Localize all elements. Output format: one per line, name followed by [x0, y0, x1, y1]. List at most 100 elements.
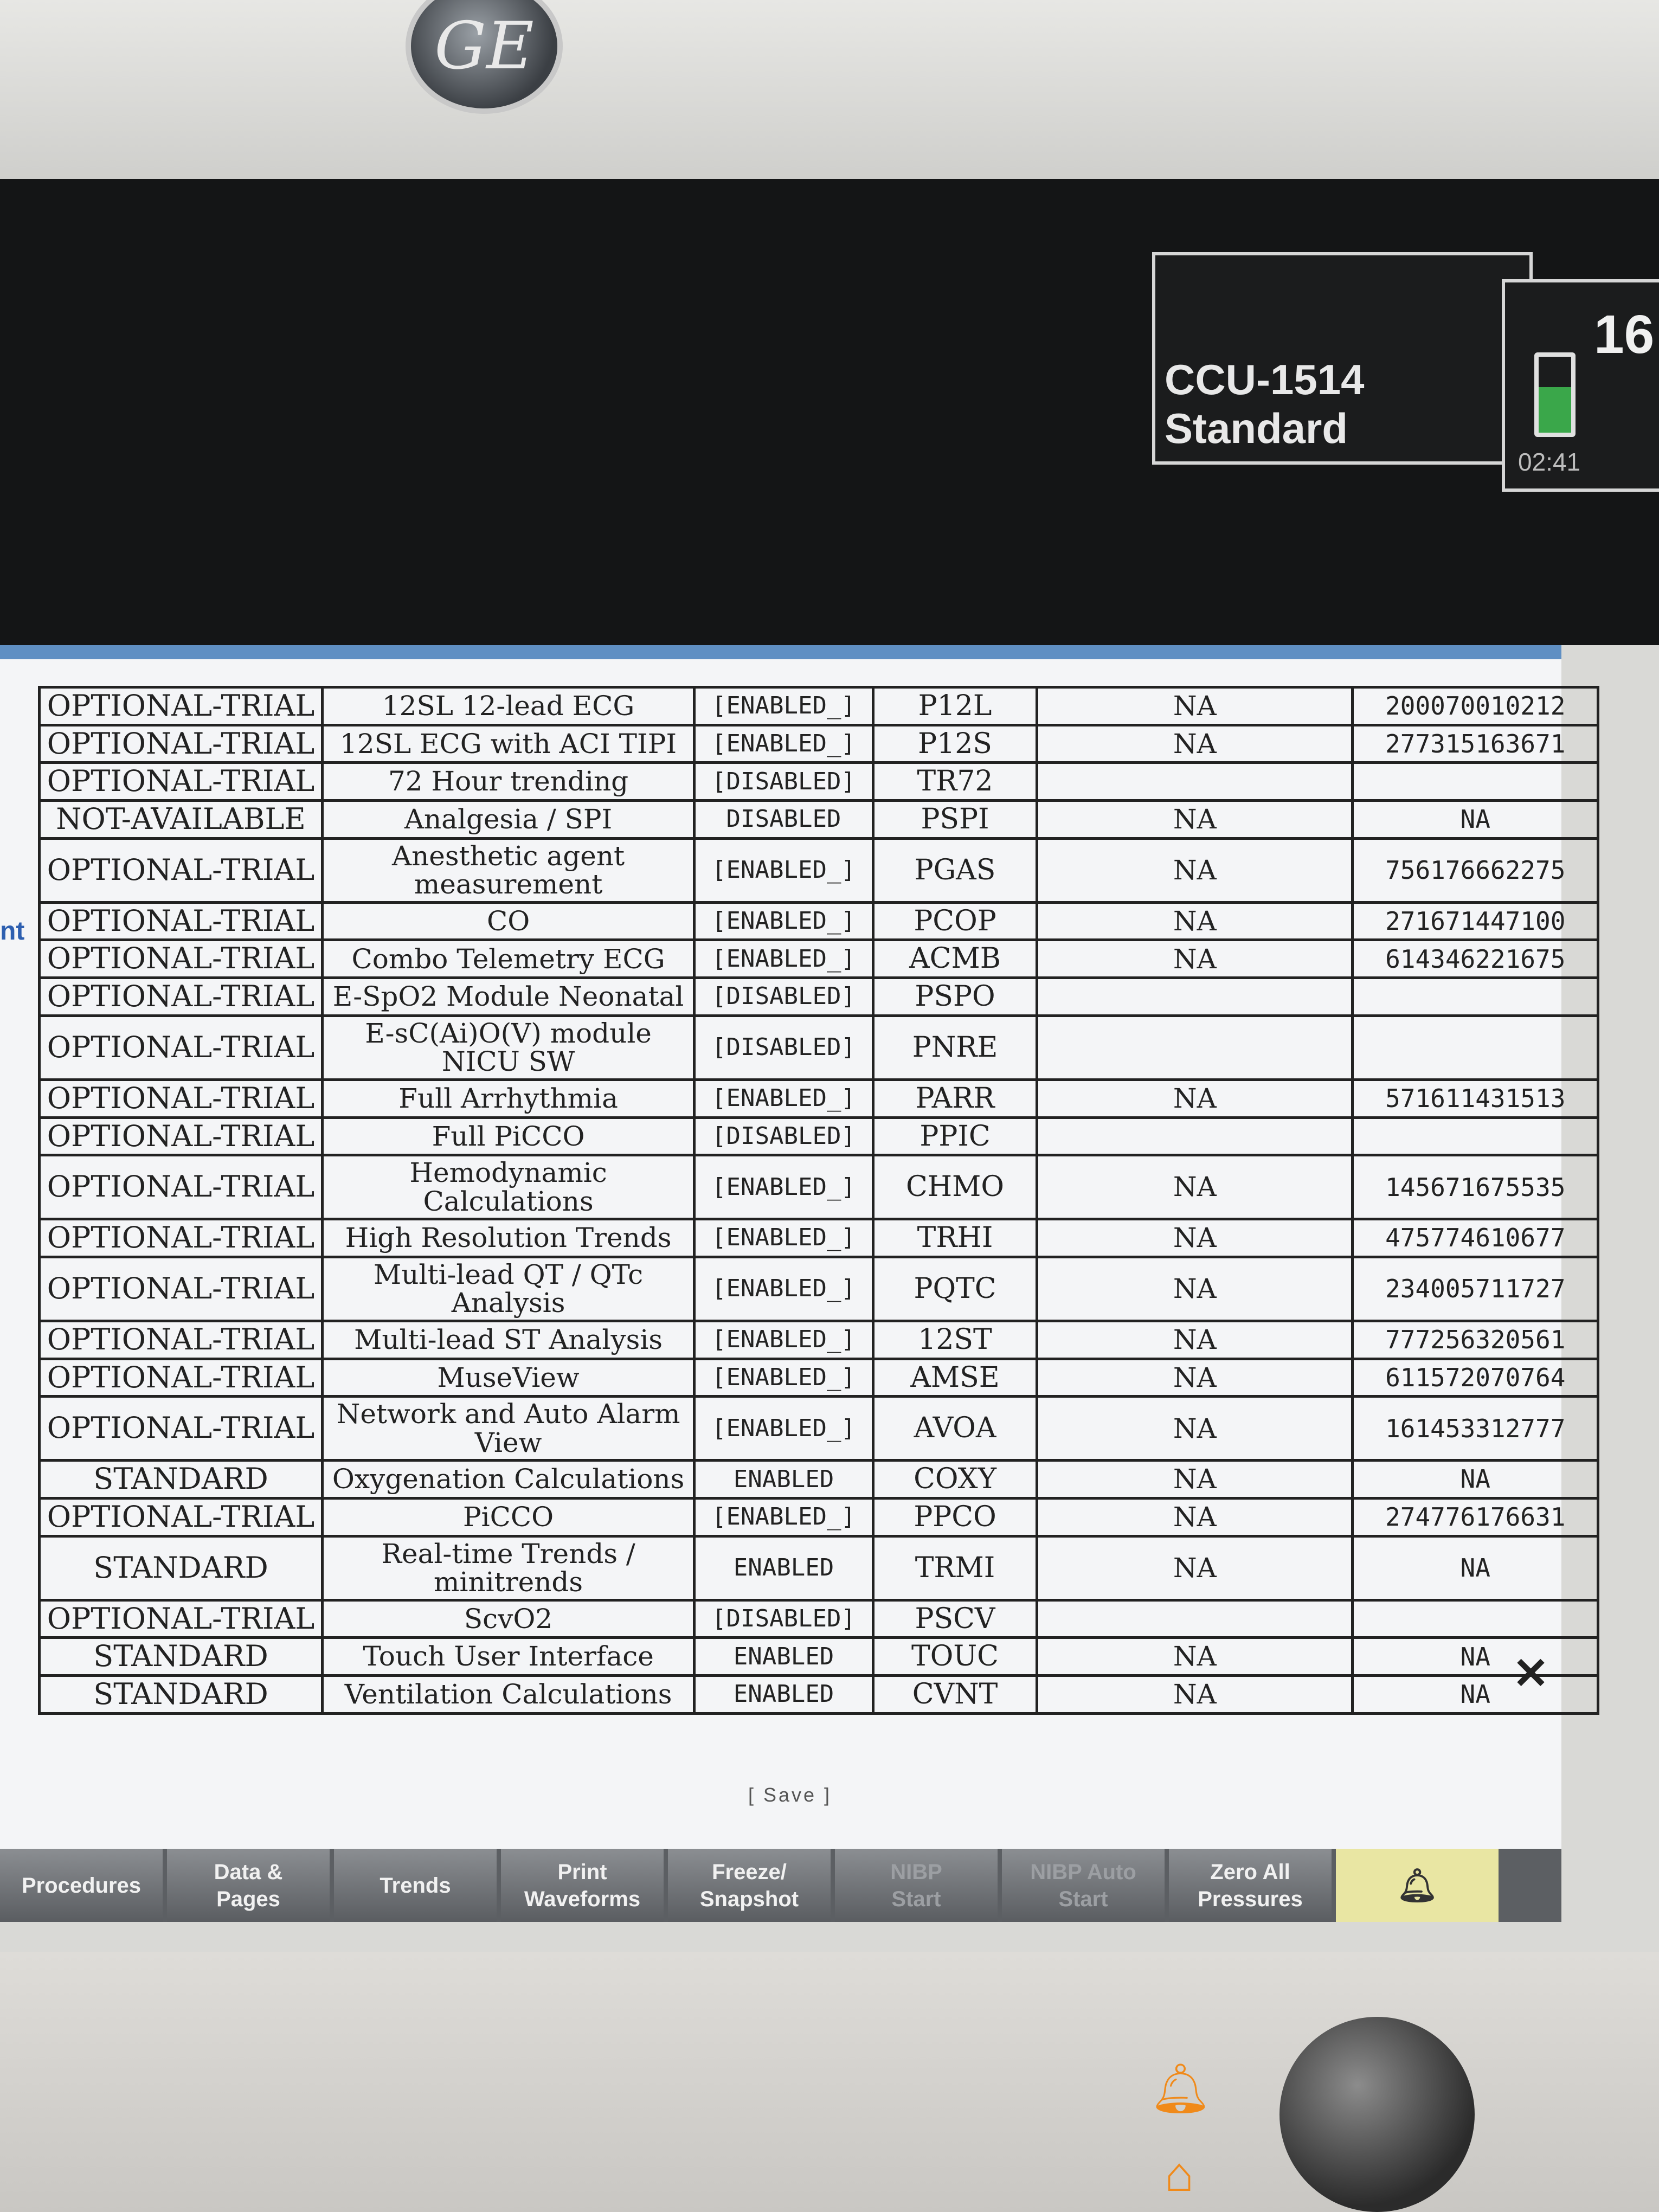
option-state: [ENABLED_] [693, 1078, 874, 1119]
trim-knob[interactable] [1279, 2017, 1475, 2212]
table-row: OPTIONAL-TRIAL 72 Hour trending [DISABLED]… [37, 761, 1599, 802]
option-status: OPTIONAL-TRIAL [37, 1319, 324, 1360]
option-expiry [1036, 1014, 1354, 1081]
option-expiry: NA [1036, 1459, 1354, 1500]
option-key: NA [1351, 799, 1599, 840]
option-state: ENABLED [693, 1459, 874, 1500]
option-key: 271671447100 [1351, 901, 1599, 942]
option-key: 145671675535 [1351, 1154, 1599, 1221]
option-expiry: NA [1036, 1534, 1354, 1602]
option-key: NA [1351, 1674, 1599, 1715]
option-name: High Resolution Trends [321, 1218, 696, 1258]
option-status: OPTIONAL-TRIAL [37, 1395, 324, 1462]
table-row: STANDARD Oxygenation Calculations ENABLED C… [37, 1459, 1599, 1500]
alarm-silence-button[interactable]: 🔔︎ [1336, 1849, 1499, 1922]
table-row: OPTIONAL-TRIAL Combo Telemetry ECG [ENABLE… [37, 938, 1599, 980]
table-row: OPTIONAL-TRIAL Multi-lead ST Analysis [ENA… [37, 1319, 1599, 1360]
save-button[interactable]: [ Save ] [748, 1784, 832, 1806]
option-code: 12ST [871, 1319, 1039, 1360]
home-icon[interactable]: ⌂ [1149, 2147, 1209, 2207]
procedures-button[interactable]: Procedures [0, 1849, 163, 1922]
option-name: CO [321, 901, 696, 942]
bell-icon: 🔔︎ [1396, 1867, 1438, 1904]
option-status: OPTIONAL-TRIAL [37, 901, 324, 942]
table-row: OPTIONAL-TRIAL ScvO2 [DISABLED] PSCV [37, 1598, 1599, 1639]
table-row: OPTIONAL-TRIAL CO [ENABLED_] PCOP NA 27167144… [37, 901, 1599, 942]
option-state: [ENABLED_] [693, 1395, 874, 1462]
option-name: E-sC(Ai)O(V) module NICU SW [321, 1014, 696, 1081]
trends-button[interactable]: Trends [334, 1849, 497, 1922]
close-icon[interactable]: ✕ [1513, 1648, 1549, 1699]
option-state: [ENABLED_] [693, 1255, 874, 1322]
option-code: AMSE [871, 1357, 1039, 1398]
option-key: 756176662275 [1351, 837, 1599, 904]
option-key [1351, 1014, 1599, 1081]
option-code: TR72 [871, 761, 1039, 802]
option-state: [ENABLED_] [693, 901, 874, 942]
option-key: NA [1351, 1459, 1599, 1500]
bell-icon[interactable]: 🔔︎ [1149, 2060, 1211, 2120]
option-code: PPIC [871, 1116, 1039, 1157]
table-row: OPTIONAL-TRIAL 12SL ECG with ACI TIPI [ENA… [37, 723, 1599, 764]
table-row: OPTIONAL-TRIAL MuseView [ENABLED_] AMSE NA 61… [37, 1357, 1599, 1398]
option-key: 277315163671 [1351, 723, 1599, 764]
option-expiry: NA [1036, 837, 1354, 904]
option-state: [ENABLED_] [693, 1154, 874, 1221]
option-name: Network and Auto Alarm View [321, 1395, 696, 1462]
option-expiry: NA [1036, 1496, 1354, 1538]
nibp-start-button[interactable]: NIBP Start [835, 1849, 998, 1922]
option-status: OPTIONAL-TRIAL [37, 686, 324, 726]
option-name: Combo Telemetry ECG [321, 938, 696, 980]
option-name: Real-time Trends / minitrends [321, 1534, 696, 1602]
option-name: Hemodynamic Calculations [321, 1154, 696, 1221]
option-code: PSPO [871, 976, 1039, 1017]
option-expiry: NA [1036, 901, 1354, 942]
option-status: STANDARD [37, 1674, 324, 1715]
option-state: [ENABLED_] [693, 938, 874, 980]
option-code: PPCO [871, 1496, 1039, 1538]
option-key: 200070010212 [1351, 686, 1599, 726]
print-waveforms-button[interactable]: Print Waveforms [501, 1849, 664, 1922]
bottom-toolbar: Procedures Data & Pages Trends Print Wav… [0, 1849, 1561, 1922]
nibp-auto-start-button[interactable]: NIBP Auto Start [1002, 1849, 1165, 1922]
table-row: OPTIONAL-TRIAL E-sC(Ai)O(V) module NICU S… [37, 1014, 1599, 1081]
option-key [1351, 1116, 1599, 1157]
battery-time: 02:41 [1518, 448, 1581, 476]
option-expiry: NA [1036, 723, 1354, 764]
battery-icon [1534, 352, 1576, 437]
option-status: OPTIONAL-TRIAL [37, 1014, 324, 1081]
option-code: TRHI [871, 1218, 1039, 1258]
freeze-snapshot-button[interactable]: Freeze/ Snapshot [668, 1849, 831, 1922]
option-key: 234005711727 [1351, 1255, 1599, 1322]
option-expiry: NA [1036, 1319, 1354, 1360]
option-expiry: NA [1036, 1255, 1354, 1322]
option-status: OPTIONAL-TRIAL [37, 976, 324, 1017]
table-row: OPTIONAL-TRIAL Full PiCCO [DISABLED] PPIC [37, 1116, 1599, 1157]
option-name: ScvO2 [321, 1598, 696, 1639]
option-state: [ENABLED_] [693, 1319, 874, 1360]
option-name: Touch User Interface [321, 1636, 696, 1677]
option-status: OPTIONAL-TRIAL [37, 1116, 324, 1157]
zero-all-pressures-button[interactable]: Zero All Pressures [1169, 1849, 1332, 1922]
option-key: 274776176631 [1351, 1496, 1599, 1538]
option-code: CVNT [871, 1674, 1039, 1715]
option-state: ENABLED [693, 1534, 874, 1602]
option-status: STANDARD [37, 1636, 324, 1677]
option-code: AVOA [871, 1395, 1039, 1462]
option-expiry: NA [1036, 1395, 1354, 1462]
unit-label: CCU-1514 [1165, 356, 1365, 403]
data-pages-button[interactable]: Data & Pages [167, 1849, 330, 1922]
option-name: MuseView [321, 1357, 696, 1398]
option-state: [ENABLED_] [693, 837, 874, 904]
option-code: PNRE [871, 1014, 1039, 1081]
option-code: PGAS [871, 837, 1039, 904]
option-expiry [1036, 976, 1354, 1017]
option-status: OPTIONAL-TRIAL [37, 837, 324, 904]
option-status: NOT-AVAILABLE [37, 799, 324, 840]
option-state: [ENABLED_] [693, 1218, 874, 1258]
option-key: NA [1351, 1534, 1599, 1602]
option-key: NA [1351, 1636, 1599, 1677]
option-code: PQTC [871, 1255, 1039, 1322]
option-key: 611572070764 [1351, 1357, 1599, 1398]
table-row: OPTIONAL-TRIAL Network and Auto Alarm Vie… [37, 1395, 1599, 1462]
